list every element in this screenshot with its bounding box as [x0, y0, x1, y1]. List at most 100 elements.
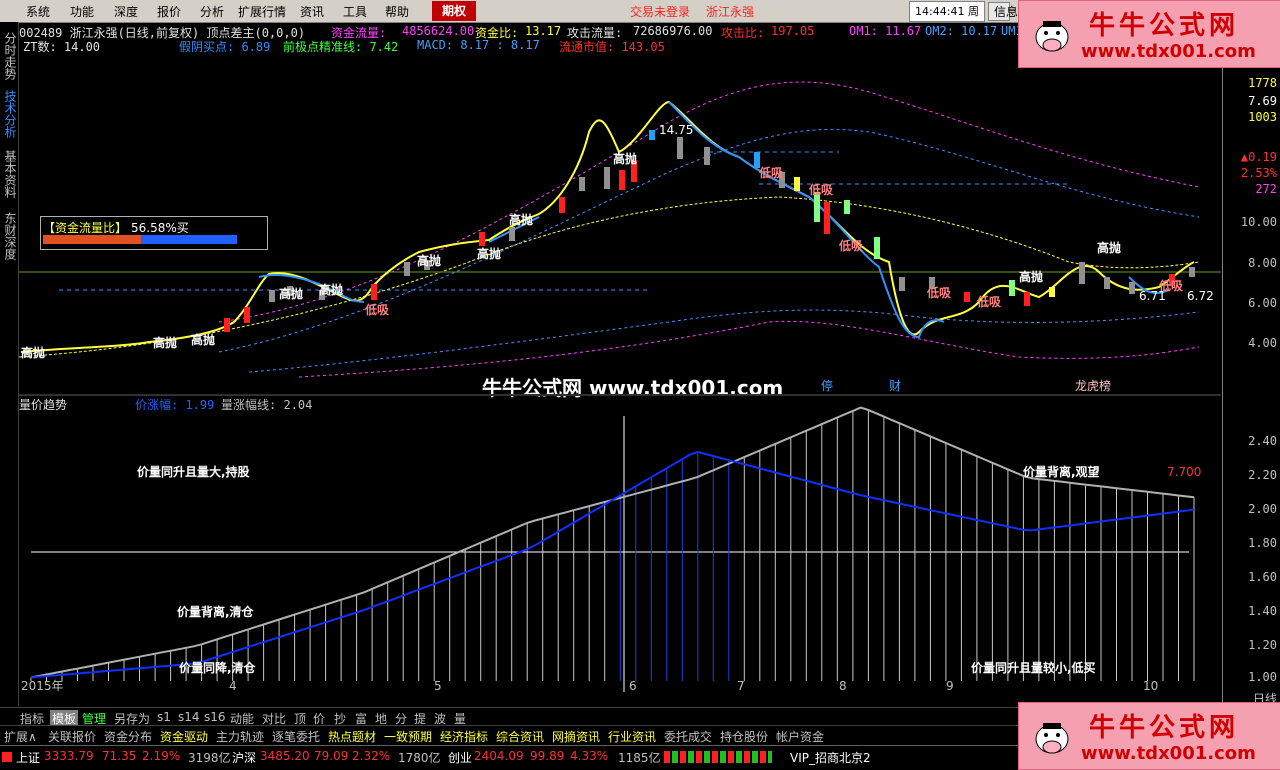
price-axis-tick: 6.00: [1248, 296, 1277, 310]
menu-function[interactable]: 功能: [70, 3, 94, 20]
logo-url: www.tdx001.com: [1081, 41, 1256, 62]
site-logo-top: 牛牛公式网 www.tdx001.com: [1018, 0, 1280, 68]
buy-signal: 低吸: [838, 238, 864, 253]
sz-label: 沪深: [232, 751, 257, 765]
tab-consensus[interactable]: 一致预期: [384, 728, 432, 745]
tab-fund-distribution[interactable]: 资金分布: [104, 728, 152, 745]
right-value: 1778: [1248, 76, 1277, 90]
right-value: ▲0.19: [1240, 150, 1277, 164]
tab-s1[interactable]: s1: [157, 710, 171, 724]
peak-price: 14.75: [659, 123, 693, 137]
tab-account[interactable]: 帐户资金: [776, 728, 824, 745]
tab-hot-topic[interactable]: 热点题材: [328, 728, 376, 745]
sell-signal: 高抛: [153, 335, 177, 350]
cy-label: 创业: [448, 751, 473, 765]
menu-options[interactable]: 期权: [432, 1, 476, 21]
cy-pct: 4.33%: [570, 749, 609, 763]
menu-tools[interactable]: 工具: [343, 3, 367, 20]
menu-system[interactable]: 系统: [26, 3, 50, 20]
top-stock-name: 浙江永强: [706, 5, 755, 19]
tab-eastmoney-depth[interactable]: 东财深度: [2, 212, 17, 260]
cy-index: 2404.09: [474, 749, 524, 763]
vol-axis-tick: 1.60: [1248, 570, 1277, 584]
right-axis: 1778 7.69 1003 ▲0.19 2.53% 272 10.00 8.0…: [1222, 22, 1280, 706]
sh-label: 上证: [16, 751, 41, 765]
volume-price-chart[interactable]: 价量同升且量大,持股 价量背离,观望 价量背离,清仓 价量同降,清仓 价量同升且…: [19, 396, 1221, 692]
sh-pct: 2.19%: [142, 749, 181, 763]
tab-fundamentals[interactable]: 基本资料: [2, 150, 17, 198]
price-chart[interactable]: 高抛 高抛 高抛 高抛 高抛 高抛 高抛 高抛 高抛 高抛 高抛 低吸 低吸 低…: [19, 22, 1221, 394]
vol-note: 价量背离,观望: [1023, 464, 1100, 479]
cow-icon: [1035, 723, 1069, 754]
series-volume-line: [30, 406, 1195, 679]
sell-signal: 高抛: [279, 286, 303, 301]
menu-help[interactable]: 帮助: [385, 3, 409, 20]
tab-order-deal[interactable]: 委托成交: [664, 728, 712, 745]
fund-flow-buy-bar: [43, 235, 141, 244]
tab-intraday[interactable]: 分时走势: [2, 32, 17, 80]
tab-s16[interactable]: s16: [204, 710, 226, 724]
sz-change: 79.09: [314, 749, 349, 763]
menu-analysis[interactable]: 分析: [200, 3, 224, 20]
buy-signal: 低吸: [758, 165, 784, 180]
menu-news[interactable]: 资讯: [300, 3, 324, 20]
fund-flow-box: 【资金流量比】 56.58%买: [40, 216, 268, 250]
vol-note: 价量同升且量较小,低买: [971, 660, 1096, 675]
month-tick: 10: [1143, 679, 1158, 692]
right-value: 272: [1255, 182, 1277, 196]
tab-fund-drive[interactable]: 资金驱动: [160, 728, 208, 745]
tab-extend[interactable]: 扩展∧: [4, 728, 37, 745]
fund-flow-box-label: 【资金流量比】: [43, 221, 128, 235]
site-logo-bottom: 牛牛公式网 www.tdx001.com: [1018, 702, 1280, 770]
sell-signal: 高抛: [21, 345, 45, 360]
year-label: 2015年: [21, 679, 64, 692]
logo-title: 牛牛公式网: [1089, 713, 1240, 743]
cy-change: 99.89: [530, 749, 565, 763]
menu-quote[interactable]: 报价: [157, 3, 181, 20]
month-tick: 5: [434, 679, 442, 692]
tab-econ-indicator[interactable]: 经济指标: [440, 728, 488, 745]
price-axis-tick: 10.00: [1240, 215, 1277, 229]
tab-main-track[interactable]: 主力轨迹: [216, 728, 264, 745]
sz-pct: 2.32%: [352, 749, 391, 763]
menu-ext-market[interactable]: 扩展行情: [238, 3, 286, 20]
vol-axis-tick: 1.40: [1248, 604, 1277, 618]
vol-axis-tick: 1.00: [1248, 670, 1277, 684]
logo-url: www.tdx001.com: [1081, 743, 1256, 764]
tab-tick-order[interactable]: 逐笔委托: [272, 728, 320, 745]
fund-flow-sell-bar: [141, 235, 237, 244]
tab-related-quote[interactable]: 关联报价: [48, 728, 96, 745]
tab-web-news[interactable]: 网摘资讯: [552, 728, 600, 745]
market-breadth-icon: [664, 751, 772, 763]
sz-amount: 1780亿: [398, 751, 441, 765]
market-up-icon: [2, 752, 12, 762]
tab-general-news[interactable]: 综合资讯: [496, 728, 544, 745]
event-finance[interactable]: 财: [889, 379, 901, 393]
vol-special-value: 7.700: [1167, 465, 1201, 479]
vol-axis-tick: 2.20: [1248, 468, 1277, 482]
tab-technical[interactable]: 技术分析: [2, 90, 17, 138]
right-value: 2.53%: [1240, 166, 1277, 180]
sell-signal: 高抛: [319, 282, 343, 297]
month-tick: 6: [629, 679, 637, 692]
event-suspend[interactable]: 停: [821, 378, 833, 393]
sell-signal: 高抛: [477, 246, 501, 261]
month-tick: 7: [737, 679, 745, 692]
sz-index: 3485.20: [260, 749, 310, 763]
event-dragon-tiger[interactable]: 龙虎榜: [1075, 378, 1111, 393]
fund-flow-box-value: 56.58%买: [131, 221, 189, 235]
clock: 14:44:41 周四: [909, 1, 985, 37]
vol-bars: [30, 410, 1195, 681]
vol-note: 价量同降,清仓: [179, 660, 257, 675]
server-name[interactable]: VIP_招商北京2: [790, 749, 871, 766]
tab-holdings[interactable]: 持仓股份: [720, 728, 768, 745]
sh-amount: 3198亿: [188, 751, 231, 765]
tab-industry-news[interactable]: 行业资讯: [608, 728, 656, 745]
login-status[interactable]: 交易未登录: [630, 3, 690, 20]
price-axis-tick: 4.00: [1248, 336, 1277, 350]
month-tick: 4: [229, 679, 237, 692]
month-tick: 8: [839, 679, 847, 692]
tab-s14[interactable]: s14: [178, 710, 200, 724]
info-label[interactable]: 信息: [994, 3, 1018, 20]
menu-depth[interactable]: 深度: [114, 3, 138, 20]
